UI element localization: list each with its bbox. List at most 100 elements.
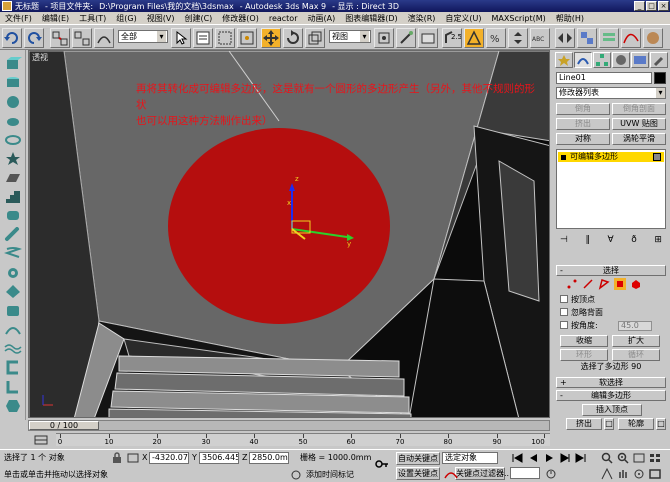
bind-to-space-warp-button[interactable] bbox=[94, 28, 114, 48]
snaps-toggle-button[interactable]: 2.5 bbox=[442, 28, 462, 48]
percent-snap-button[interactable]: % bbox=[486, 28, 506, 48]
uvw-map-button[interactable]: UVW 贴图 bbox=[612, 118, 666, 130]
create-hedra-icon[interactable] bbox=[4, 284, 22, 299]
menu-customize[interactable]: 自定义(U) bbox=[440, 13, 486, 24]
close-button[interactable]: × bbox=[658, 1, 669, 11]
angle-snap-button[interactable] bbox=[464, 28, 484, 48]
element-mode-icon[interactable] bbox=[630, 278, 642, 290]
menu-graph-editors[interactable]: 图表编辑器(D) bbox=[340, 13, 402, 24]
next-frame-icon[interactable] bbox=[558, 452, 572, 464]
create-teapot-icon[interactable] bbox=[4, 113, 22, 128]
hierarchy-tab[interactable] bbox=[593, 52, 611, 68]
create-stairs-icon[interactable] bbox=[4, 189, 22, 204]
undo-button[interactable] bbox=[2, 28, 22, 48]
x-coordinate-field[interactable]: -4320.075 bbox=[149, 452, 189, 464]
go-to-start-icon[interactable] bbox=[510, 452, 524, 464]
maximize-button[interactable]: □ bbox=[646, 1, 657, 11]
time-tag-icon[interactable] bbox=[289, 469, 303, 481]
checkbox-box[interactable] bbox=[560, 321, 568, 329]
create-c-ext-icon[interactable] bbox=[4, 360, 22, 375]
key-filters-button[interactable]: 关键点过滤器... bbox=[455, 467, 512, 480]
menu-views[interactable]: 视图(V) bbox=[142, 13, 180, 24]
checkbox-box[interactable] bbox=[560, 308, 568, 316]
remove-modifier-icon[interactable]: ð bbox=[631, 234, 637, 246]
create-capsule-icon[interactable] bbox=[4, 227, 22, 242]
selection-rollout-header[interactable]: - 选择 bbox=[556, 265, 666, 276]
create-l-ext-icon[interactable] bbox=[4, 379, 22, 394]
arc-rotate-icon[interactable] bbox=[632, 468, 646, 480]
layer-manager-button[interactable] bbox=[599, 28, 619, 48]
motion-tab[interactable] bbox=[612, 52, 630, 68]
circular-polygon[interactable] bbox=[168, 128, 390, 324]
time-slider-knob[interactable]: 0 / 100 bbox=[29, 421, 99, 430]
go-to-end-icon[interactable] bbox=[574, 452, 588, 464]
zoom-all-icon[interactable] bbox=[616, 452, 630, 464]
material-editor-button[interactable] bbox=[643, 28, 663, 48]
polygon-mode-icon[interactable] bbox=[614, 278, 626, 290]
ignore-backfacing-checkbox[interactable]: 忽略背面 bbox=[560, 308, 603, 318]
create-box-icon[interactable] bbox=[4, 56, 22, 71]
menu-group[interactable]: 组(G) bbox=[111, 13, 141, 24]
redo-button[interactable] bbox=[24, 28, 44, 48]
grow-button[interactable]: 扩大 bbox=[612, 335, 660, 347]
curve-editor-button[interactable] bbox=[621, 28, 641, 48]
key-mode-dropdown[interactable]: 选定对象 bbox=[442, 452, 498, 464]
insert-vertex-button[interactable]: 插入顶点 bbox=[582, 404, 642, 416]
maximize-viewport-icon[interactable] bbox=[648, 468, 662, 480]
create-gengon-icon[interactable] bbox=[4, 398, 22, 413]
select-by-name-button[interactable] bbox=[193, 28, 213, 48]
create-tube-icon[interactable] bbox=[4, 208, 22, 223]
lock-selection-icon[interactable] bbox=[110, 452, 124, 464]
outline-settings-button[interactable]: □ bbox=[656, 418, 666, 430]
modify-tab[interactable] bbox=[574, 52, 592, 68]
menu-animation[interactable]: 动画(A) bbox=[302, 13, 340, 24]
pin-stack-icon[interactable]: ⊣ bbox=[560, 234, 568, 246]
extrude-modifier-button[interactable]: 挤出 bbox=[556, 118, 610, 130]
create-sphere-icon[interactable] bbox=[4, 94, 22, 109]
current-frame-field[interactable] bbox=[510, 467, 540, 479]
create-wave-icon[interactable] bbox=[4, 341, 22, 356]
absolute-mode-icon[interactable] bbox=[126, 452, 140, 464]
loop-button[interactable]: 循环 bbox=[612, 349, 660, 361]
default-in-out-tangent-icon[interactable] bbox=[444, 468, 458, 480]
keyboard-shortcut-override-button[interactable] bbox=[418, 28, 438, 48]
soft-selection-rollout-header[interactable]: + 软选择 bbox=[556, 377, 666, 388]
selection-filter-dropdown[interactable]: 全部 bbox=[118, 30, 168, 43]
select-and-scale-button[interactable] bbox=[305, 28, 325, 48]
menu-modifiers[interactable]: 修改器(O) bbox=[217, 13, 264, 24]
auto-key-button[interactable]: 自动关键点 bbox=[396, 452, 440, 465]
vertex-mode-icon[interactable] bbox=[566, 278, 578, 290]
object-name-field[interactable]: Line01 bbox=[556, 72, 652, 84]
bevel-modifier-button[interactable]: 倒角 bbox=[556, 103, 610, 115]
checkbox-box[interactable] bbox=[560, 295, 568, 303]
mirror-button[interactable] bbox=[555, 28, 575, 48]
edit-named-selection-button[interactable]: ABC bbox=[530, 28, 550, 48]
time-slider[interactable]: 0 / 100 bbox=[28, 420, 550, 431]
create-cylinder-icon[interactable] bbox=[4, 75, 22, 90]
menu-create[interactable]: 创建(C) bbox=[179, 13, 217, 24]
utilities-tab[interactable] bbox=[650, 52, 668, 68]
by-angle-checkbox[interactable]: 按角度: bbox=[560, 321, 598, 331]
display-tab[interactable] bbox=[631, 52, 649, 68]
create-hose-icon[interactable] bbox=[4, 322, 22, 337]
bevel-profile-button[interactable]: 倒角剖面 bbox=[612, 103, 666, 115]
edit-polygons-rollout-header[interactable]: - 编辑多边形 bbox=[556, 390, 666, 401]
y-coordinate-field[interactable]: 3506.445m bbox=[199, 452, 239, 464]
make-unique-icon[interactable]: ∀ bbox=[608, 234, 614, 246]
set-key-button[interactable]: 设置关键点 bbox=[396, 467, 440, 480]
configure-sets-icon[interactable]: ⊞ bbox=[654, 234, 662, 246]
field-of-view-icon[interactable] bbox=[600, 468, 614, 480]
show-end-result-icon[interactable]: ‖ bbox=[585, 234, 590, 246]
create-tab[interactable] bbox=[555, 52, 573, 68]
previous-frame-icon[interactable] bbox=[526, 452, 540, 464]
zoom-extents-icon[interactable] bbox=[632, 452, 646, 464]
add-time-tag[interactable]: 添加时间标记 bbox=[306, 470, 354, 480]
object-color-swatch[interactable] bbox=[654, 72, 666, 84]
create-star-icon[interactable] bbox=[4, 151, 22, 166]
select-and-link-button[interactable] bbox=[50, 28, 70, 48]
stack-item-editable-poly[interactable]: 可编辑多边形 bbox=[558, 152, 664, 162]
unlink-selection-button[interactable] bbox=[72, 28, 92, 48]
menu-tools[interactable]: 工具(T) bbox=[74, 13, 111, 24]
spinner-snap-button[interactable] bbox=[508, 28, 528, 48]
menu-rendering[interactable]: 渲染(R) bbox=[403, 13, 441, 24]
